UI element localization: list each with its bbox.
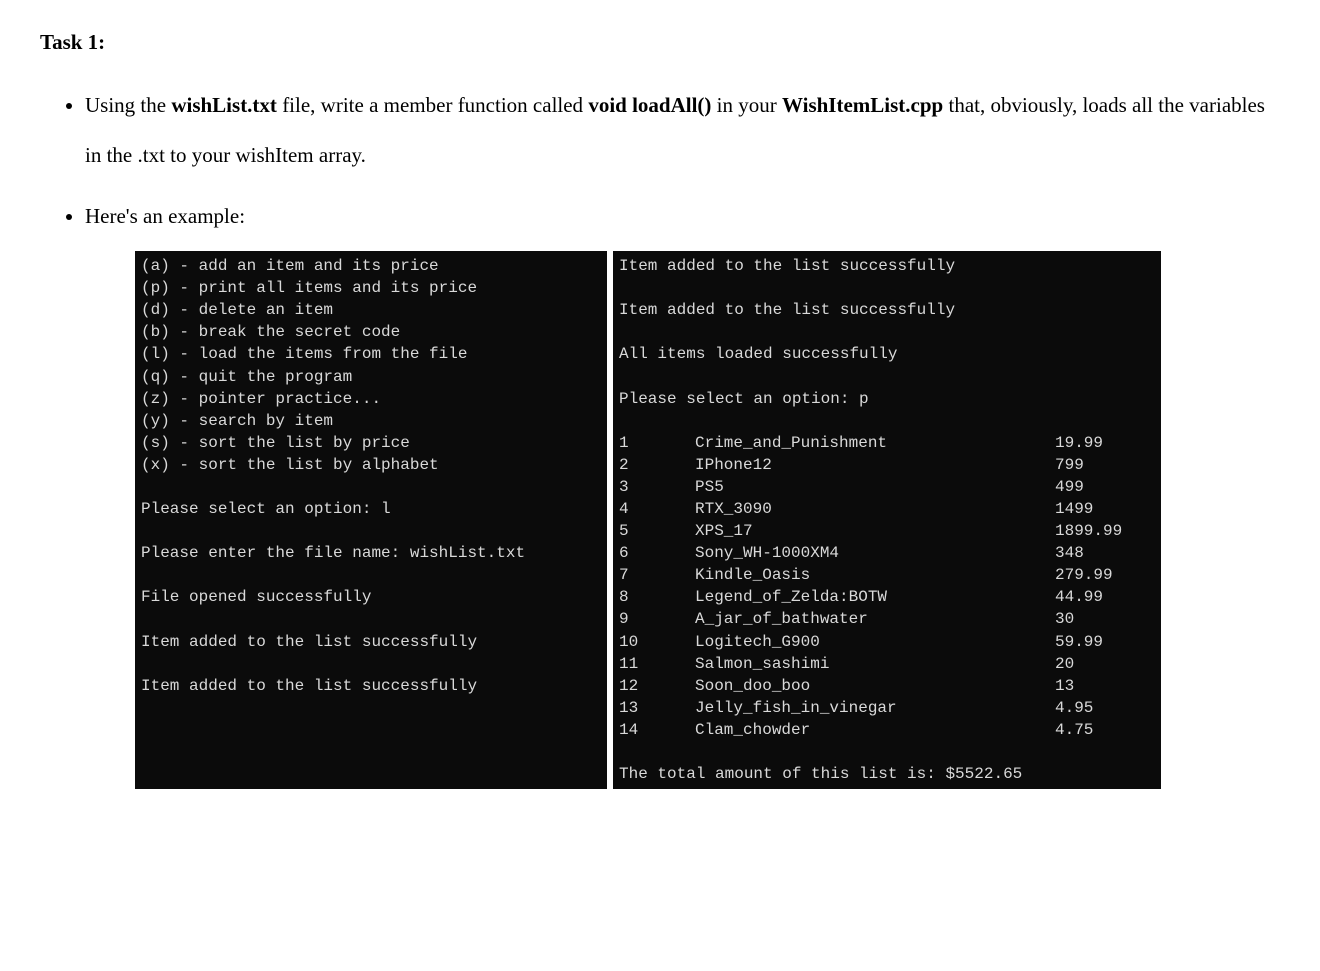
item-name: Clam_chowder [695,719,1055,741]
item-index: 6 [619,542,695,564]
item-index: 11 [619,653,695,675]
item-name: Kindle_Oasis [695,564,1055,586]
item-name: A_jar_of_bathwater [695,608,1055,630]
menu-line-6: (z) - pointer practice... [141,390,381,408]
menu-line-8: (s) - sort the list by price [141,434,410,452]
bullet1-filename: wishList.txt [171,93,277,117]
menu-line-3: (b) - break the secret code [141,323,400,341]
bullet1-cppfile: WishItemList.cpp [782,93,943,117]
item-added-msg-4: Item added to the list successfully [619,301,955,319]
terminal-left: (a) - add an item and its price (p) - pr… [135,251,607,789]
bullet-1: Using the wishList.txt file, write a mem… [85,80,1280,181]
terminal-right: Item added to the list successfully Item… [613,251,1161,789]
table-row: 2IPhone12799 [619,454,1150,476]
menu-line-4: (l) - load the items from the file [141,345,467,363]
item-name: Soon_doo_boo [695,675,1055,697]
file-opened-msg: File opened successfully [141,588,371,606]
task-heading: Task 1: [40,30,1280,55]
item-name: PS5 [695,476,1055,498]
item-price: 20 [1055,653,1150,675]
item-index: 14 [619,719,695,741]
item-name: IPhone12 [695,454,1055,476]
item-index: 2 [619,454,695,476]
prompt-select-option-left: Please select an option: l [141,500,391,518]
prompt-enter-filename: Please enter the file name: wishList.txt [141,544,525,562]
item-price: 19.99 [1055,432,1150,454]
menu-line-0: (a) - add an item and its price [141,257,439,275]
item-name: Sony_WH-1000XM4 [695,542,1055,564]
table-row: 4RTX_30901499 [619,498,1150,520]
item-name: Jelly_fish_in_vinegar [695,697,1055,719]
item-index: 3 [619,476,695,498]
bullet-2: Here's an example: [85,191,1280,241]
item-added-msg-1: Item added to the list successfully [141,633,477,651]
item-price: 59.99 [1055,631,1150,653]
item-index: 10 [619,631,695,653]
items-table: 1Crime_and_Punishment19.992IPhone127993P… [619,432,1150,741]
item-price: 4.95 [1055,697,1150,719]
table-row: 8Legend_of_Zelda:BOTW44.99 [619,586,1150,608]
table-row: 11Salmon_sashimi20 [619,653,1150,675]
item-index: 1 [619,432,695,454]
total-line: The total amount of this list is: $5522.… [619,765,1022,783]
item-price: 44.99 [1055,586,1150,608]
table-row: 9A_jar_of_bathwater30 [619,608,1150,630]
item-index: 13 [619,697,695,719]
item-added-msg-2: Item added to the list successfully [141,677,477,695]
item-name: Legend_of_Zelda:BOTW [695,586,1055,608]
bullet1-pre: Using the [85,93,171,117]
item-added-msg-3: Item added to the list successfully [619,257,955,275]
item-index: 7 [619,564,695,586]
item-price: 13 [1055,675,1150,697]
item-price: 1499 [1055,498,1150,520]
bullet1-mid2: in your [711,93,782,117]
item-name: Salmon_sashimi [695,653,1055,675]
menu-line-1: (p) - print all items and its price [141,279,477,297]
table-row: 5XPS_171899.99 [619,520,1150,542]
table-row: 6Sony_WH-1000XM4348 [619,542,1150,564]
item-name: Logitech_G900 [695,631,1055,653]
item-price: 4.75 [1055,719,1150,741]
table-row: 1Crime_and_Punishment19.99 [619,432,1150,454]
table-row: 10Logitech_G90059.99 [619,631,1150,653]
item-price: 279.99 [1055,564,1150,586]
item-name: Crime_and_Punishment [695,432,1055,454]
bullet-list: Using the wishList.txt file, write a mem… [85,80,1280,241]
all-items-loaded-msg: All items loaded successfully [619,345,897,363]
table-row: 7Kindle_Oasis279.99 [619,564,1150,586]
bullet1-mid1: file, write a member function called [277,93,588,117]
menu-line-7: (y) - search by item [141,412,333,430]
item-index: 5 [619,520,695,542]
prompt-select-option-right: Please select an option: p [619,390,869,408]
item-price: 30 [1055,608,1150,630]
table-row: 12Soon_doo_boo13 [619,675,1150,697]
item-price: 799 [1055,454,1150,476]
item-price: 1899.99 [1055,520,1150,542]
menu-line-5: (q) - quit the program [141,368,352,386]
table-row: 13Jelly_fish_in_vinegar4.95 [619,697,1150,719]
item-index: 12 [619,675,695,697]
table-row: 3PS5499 [619,476,1150,498]
menu-line-2: (d) - delete an item [141,301,333,319]
item-name: RTX_3090 [695,498,1055,520]
item-index: 9 [619,608,695,630]
terminal-container: (a) - add an item and its price (p) - pr… [135,251,1280,789]
item-price: 348 [1055,542,1150,564]
bullet1-funcname: void loadAll() [588,93,711,117]
table-row: 14Clam_chowder4.75 [619,719,1150,741]
item-index: 8 [619,586,695,608]
item-index: 4 [619,498,695,520]
menu-line-9: (x) - sort the list by alphabet [141,456,439,474]
item-name: XPS_17 [695,520,1055,542]
item-price: 499 [1055,476,1150,498]
